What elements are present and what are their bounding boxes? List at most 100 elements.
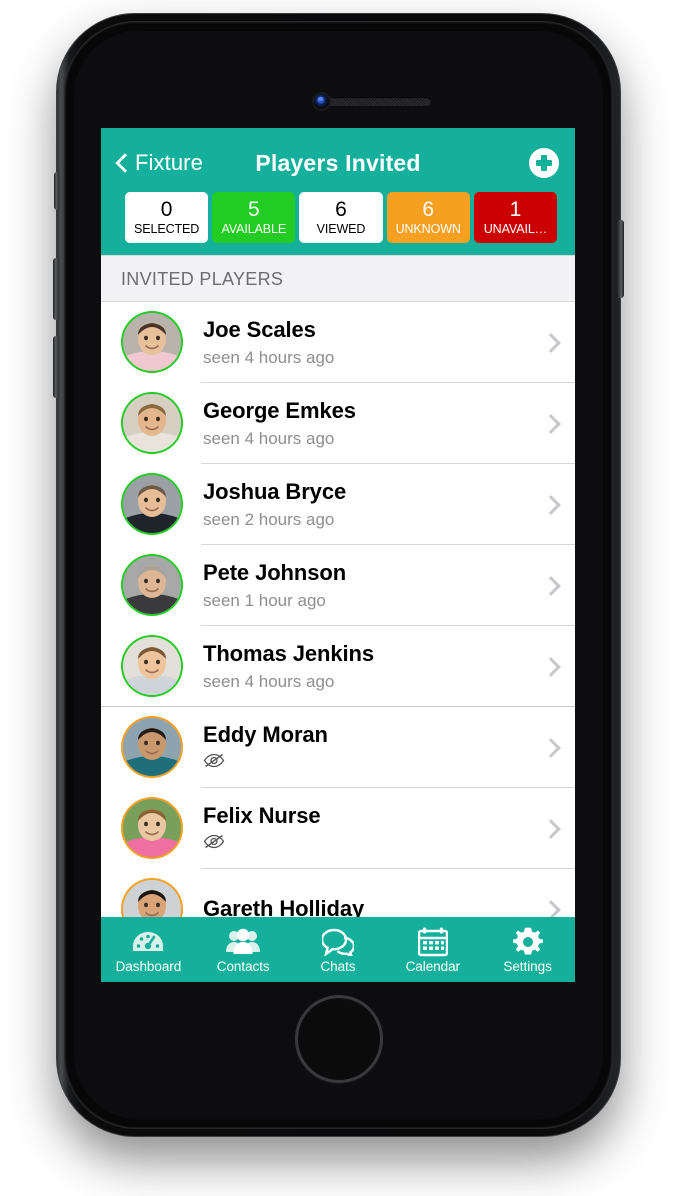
mute-switch[interactable] — [54, 172, 59, 210]
player-row[interactable]: George Emkes seen 4 hours ago — [101, 383, 575, 464]
chevron-right-icon — [543, 491, 559, 517]
status-chip-selected[interactable]: 0 SELECTED — [125, 192, 209, 243]
tab-label: Calendar — [405, 958, 460, 974]
player-row-text: Joshua Bryce seen 2 hours ago — [183, 479, 535, 531]
player-name: Joe Scales — [203, 316, 316, 342]
calendar-icon — [385, 926, 480, 958]
availability-ring-green — [121, 392, 183, 455]
tab-label: Contacts — [216, 958, 270, 974]
player-name: Joshua Bryce — [203, 478, 347, 504]
avatar — [123, 637, 181, 696]
status-chip-value: 1 — [509, 198, 522, 221]
tab-calendar[interactable]: Calendar — [385, 924, 480, 976]
player-row[interactable]: Thomas Jenkins seen 4 hours ago — [101, 626, 575, 707]
contacts-people-icon — [196, 926, 291, 958]
tab-contacts[interactable]: Contacts — [196, 924, 291, 976]
back-button-label: Fixture — [135, 150, 203, 175]
player-row[interactable]: Felix Nurse — [101, 788, 575, 869]
availability-ring-orange — [121, 716, 183, 779]
status-chip-label: UNAVAIL… — [483, 222, 548, 237]
player-row[interactable]: Eddy Moran — [101, 707, 575, 788]
avatar — [123, 313, 181, 372]
avatar — [123, 475, 181, 534]
chevron-right-icon — [543, 734, 559, 760]
player-row-text: George Emkes seen 4 hours ago — [183, 398, 535, 450]
status-chip-value: 6 — [335, 198, 347, 221]
chevron-right-icon — [543, 410, 559, 436]
player-row-text: Joe Scales seen 4 hours ago — [183, 317, 535, 369]
player-row[interactable]: Pete Johnson seen 1 hour ago — [101, 545, 575, 626]
status-chip-unknown[interactable]: 6 UNKNOWN — [386, 192, 470, 243]
navigation-bar: Fixture Players Invited 0 SELECTED 5 AVA… — [101, 128, 575, 255]
player-last-seen: seen 2 hours ago — [203, 510, 335, 530]
availability-ring-green — [121, 635, 183, 698]
avatar — [123, 394, 181, 453]
availability-ring-orange — [121, 797, 183, 860]
status-chip-label: VIEWED — [316, 222, 366, 237]
home-button[interactable] — [294, 995, 383, 1083]
chevron-right-icon — [543, 653, 559, 679]
plus-circle-icon[interactable] — [529, 148, 559, 178]
player-last-seen: seen 4 hours ago — [203, 672, 335, 692]
status-summary-bar: 0 SELECTED 5 AVAILABLE 6 VIEWED 6 UNKNOW… — [115, 184, 561, 255]
player-last-seen: seen 4 hours ago — [203, 348, 335, 368]
availability-ring-green — [121, 554, 183, 617]
tab-dashboard[interactable]: Dashboard — [101, 924, 196, 976]
chevron-right-icon — [543, 815, 559, 841]
avatar — [123, 718, 181, 777]
avatar — [123, 556, 181, 615]
status-chip-value: 5 — [247, 198, 260, 221]
status-chip-viewed[interactable]: 6 VIEWED — [299, 192, 383, 243]
player-row-text: Thomas Jenkins seen 4 hours ago — [183, 641, 535, 693]
tab-label: Dashboard — [115, 958, 182, 974]
chat-bubbles-icon — [291, 926, 386, 958]
bottom-tab-bar: Dashboard Contacts Chats Calendar Settings — [101, 917, 575, 982]
avatar — [123, 799, 181, 858]
tab-label: Chats — [320, 958, 356, 974]
power-button[interactable] — [618, 220, 624, 298]
player-last-seen: seen 1 hour ago — [203, 591, 326, 611]
availability-ring-green — [121, 311, 183, 374]
player-row-text: Pete Johnson seen 1 hour ago — [183, 560, 535, 612]
chevron-right-icon — [543, 329, 559, 355]
status-chip-value: 6 — [422, 198, 435, 221]
player-name: Pete Johnson — [203, 559, 347, 585]
tab-settings[interactable]: Settings — [480, 924, 575, 976]
status-chip-label: AVAILABLE — [221, 222, 287, 237]
tab-label: Settings — [503, 958, 552, 974]
player-row-text: Felix Nurse — [183, 803, 535, 854]
player-name: Felix Nurse — [203, 802, 321, 828]
volume-up-button[interactable] — [53, 258, 59, 320]
player-row[interactable]: Joshua Bryce seen 2 hours ago — [101, 464, 575, 545]
status-chip-unavailable[interactable]: 1 UNAVAIL… — [473, 192, 558, 243]
app-screen: Fixture Players Invited 0 SELECTED 5 AVA… — [101, 128, 575, 982]
status-chip-label: SELECTED — [134, 222, 200, 237]
invited-players-list[interactable]: Joe Scales seen 4 hours ago George Emkes se… — [101, 301, 575, 982]
list-section-header: INVITED PLAYERS — [101, 254, 575, 302]
earpiece-speaker — [315, 97, 431, 106]
availability-ring-green — [121, 473, 183, 536]
player-name: Eddy Moran — [203, 721, 328, 747]
player-not-seen-indicator — [203, 834, 535, 854]
status-chip-label: UNKNOWN — [395, 222, 461, 237]
eye-slash-icon — [203, 754, 225, 768]
navbar-top-row: Fixture Players Invited — [115, 142, 561, 184]
eye-slash-icon — [203, 835, 225, 849]
dashboard-gauge-icon — [101, 926, 196, 958]
back-button[interactable]: Fixture — [115, 150, 203, 176]
chevron-right-icon — [543, 572, 559, 598]
volume-down-button[interactable] — [53, 336, 59, 398]
chevron-left-icon — [115, 152, 129, 174]
tab-chats[interactable]: Chats — [291, 924, 386, 976]
status-chip-available[interactable]: 5 AVAILABLE — [212, 192, 296, 243]
player-name: George Emkes — [203, 397, 356, 423]
player-row[interactable]: Joe Scales seen 4 hours ago — [101, 302, 575, 383]
player-row-text: Eddy Moran — [183, 722, 535, 773]
player-last-seen: seen 4 hours ago — [203, 429, 335, 449]
front-camera-icon — [314, 94, 329, 109]
player-not-seen-indicator — [203, 753, 535, 773]
gear-icon — [480, 926, 575, 958]
status-chip-value: 0 — [160, 198, 173, 221]
screenshot-stage: Fixture Players Invited 0 SELECTED 5 AVA… — [0, 0, 698, 1196]
player-name: Thomas Jenkins — [203, 640, 374, 666]
